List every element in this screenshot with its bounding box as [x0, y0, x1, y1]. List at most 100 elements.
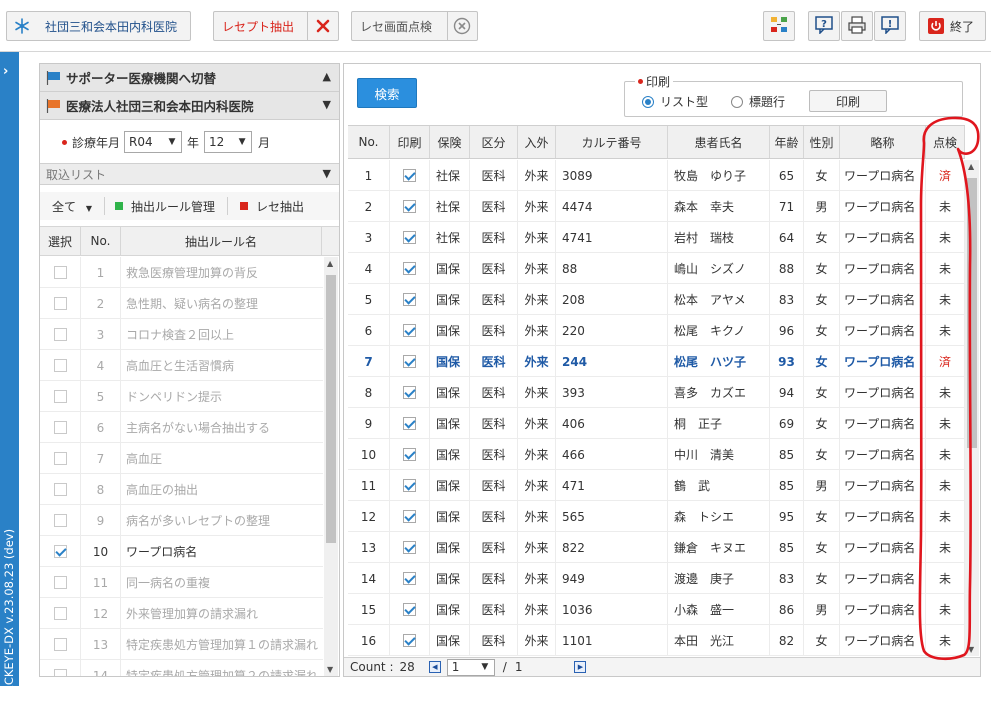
checkbox[interactable]: [54, 421, 67, 434]
supporter-switch-header[interactable]: サポーター医療機関へ切替 ▲: [40, 64, 339, 92]
scroll-up-icon[interactable]: ▲: [327, 259, 333, 268]
org-chart-button[interactable]: [763, 11, 795, 41]
print-checkbox[interactable]: [403, 417, 416, 430]
print-checkbox[interactable]: [403, 293, 416, 306]
institution-header[interactable]: 医療法人社団三和会本田内科医院 ▼: [40, 92, 339, 120]
scroll-thumb[interactable]: [326, 275, 336, 543]
patient-row[interactable]: 3 社保 医科 外来 4741 岩村 瑞枝 64 女ワープロ病名未: [348, 222, 965, 253]
print-checkbox[interactable]: [403, 324, 416, 337]
print-cell[interactable]: [390, 563, 430, 594]
rule-select-cell[interactable]: [40, 629, 81, 660]
checkbox[interactable]: [54, 514, 67, 527]
checkbox[interactable]: [54, 390, 67, 403]
scroll-down-icon[interactable]: ▼: [327, 665, 333, 674]
rule-row[interactable]: 7 高血圧: [40, 443, 323, 474]
patient-row[interactable]: 4 国保 医科 外来 88 嶋山 シズノ 88 女ワープロ病名未: [348, 253, 965, 284]
print-checkbox[interactable]: [403, 169, 416, 182]
checkbox[interactable]: [54, 669, 67, 676]
print-option-list[interactable]: リスト型: [642, 93, 708, 110]
print-checkbox[interactable]: [403, 262, 416, 275]
patient-row[interactable]: 2 社保 医科 外来 4474 森本 幸夫 71 男ワープロ病名未: [348, 191, 965, 222]
year-select[interactable]: R04 ▼: [124, 131, 183, 153]
rule-select-cell[interactable]: [40, 381, 81, 412]
clinic-button[interactable]: 社団三和会本田内科医院: [6, 11, 191, 41]
print-cell[interactable]: [390, 346, 430, 377]
radio-selected-icon[interactable]: [642, 95, 654, 108]
rece-check-button[interactable]: レセ画面点検: [351, 11, 478, 41]
alert-button[interactable]: !: [874, 11, 906, 41]
rule-list-scrollbar[interactable]: ▲ ▼: [324, 257, 338, 676]
rule-row[interactable]: 2 急性期、疑い病名の整理: [40, 288, 323, 319]
print-checkbox[interactable]: [403, 572, 416, 585]
import-list-header[interactable]: 取込リスト ▼: [40, 163, 339, 185]
print-checkbox[interactable]: [403, 448, 416, 461]
print-checkbox[interactable]: [403, 634, 416, 647]
patient-row[interactable]: 5 国保 医科 外来 208 松本 アヤメ 83 女ワープロ病名未: [348, 284, 965, 315]
search-button[interactable]: 検索: [357, 78, 417, 108]
print-checkbox[interactable]: [403, 541, 416, 554]
checkbox[interactable]: [54, 359, 67, 372]
expand-chevron-icon[interactable]: ›: [3, 64, 8, 79]
print-checkbox[interactable]: [403, 386, 416, 399]
chevron-down-icon[interactable]: ▼: [323, 167, 331, 180]
patient-row[interactable]: 7 国保 医科 外来 244 松尾 ハツ子 93 女ワープロ病名済: [348, 346, 965, 377]
rule-row[interactable]: 6 主病名がない場合抽出する: [40, 412, 323, 443]
print-cell[interactable]: [390, 470, 430, 501]
rule-select-cell[interactable]: [40, 319, 81, 350]
print-checkbox[interactable]: [403, 200, 416, 213]
print-option-title[interactable]: 標題行: [731, 93, 785, 110]
checkbox[interactable]: [54, 483, 67, 496]
rule-row[interactable]: 12 外来管理加算の請求漏れ: [40, 598, 323, 629]
rule-row[interactable]: 1 救急医療管理加算の背反: [40, 257, 323, 288]
chevron-up-icon[interactable]: ▲: [323, 70, 331, 83]
rule-row[interactable]: 5 ドンペリドン提示: [40, 381, 323, 412]
extract-button[interactable]: レセプト抽出: [213, 11, 339, 41]
print-cell[interactable]: [390, 594, 430, 625]
patient-row[interactable]: 8 国保 医科 外来 393 喜多 カズエ 94 女ワープロ病名未: [348, 377, 965, 408]
print-cell[interactable]: [390, 408, 430, 439]
month-select[interactable]: 12 ▼: [204, 131, 253, 153]
checkbox[interactable]: [54, 297, 67, 310]
rule-select-cell[interactable]: [40, 257, 81, 288]
patient-row[interactable]: 12 国保 医科 外来 565 森 トシエ 95 女ワープロ病名未: [348, 501, 965, 532]
print-cell[interactable]: [390, 191, 430, 222]
rule-row[interactable]: 8 高血圧の抽出: [40, 474, 323, 505]
rule-row[interactable]: 14 特定疾患処方管理加算２の請求漏れ: [40, 660, 323, 676]
print-checkbox[interactable]: [403, 479, 416, 492]
print-cell[interactable]: [390, 377, 430, 408]
rule-select-cell[interactable]: [40, 536, 81, 567]
patient-row[interactable]: 9 国保 医科 外来 406 桐 正子 69 女ワープロ病名未: [348, 408, 965, 439]
print-cell[interactable]: [390, 284, 430, 315]
rule-select-cell[interactable]: [40, 350, 81, 381]
patient-row[interactable]: 13 国保 医科 外来 822 鎌倉 キヌエ 85 女ワープロ病名未: [348, 532, 965, 563]
last-page-icon[interactable]: ▶: [574, 661, 587, 673]
rule-row[interactable]: 13 特定疾患処方管理加算１の請求漏れ: [40, 629, 323, 660]
rule-select-cell[interactable]: [40, 505, 81, 536]
checkbox[interactable]: [54, 545, 67, 558]
rule-row[interactable]: 10 ワープロ病名: [40, 536, 323, 567]
help-button[interactable]: ?: [808, 11, 840, 41]
patient-row[interactable]: 11 国保 医科 外来 471 鶴 武 85 男ワープロ病名未: [348, 470, 965, 501]
all-filter-dropdown[interactable]: 全て ▼: [52, 198, 92, 215]
checkbox[interactable]: [54, 328, 67, 341]
checkbox[interactable]: [54, 576, 67, 589]
checkbox[interactable]: [54, 607, 67, 620]
rule-row[interactable]: 3 コロナ検査２回以上: [40, 319, 323, 350]
rule-select-cell[interactable]: [40, 412, 81, 443]
rule-select-cell[interactable]: [40, 474, 81, 505]
print-cell[interactable]: [390, 160, 430, 191]
close-x-icon[interactable]: [308, 12, 338, 40]
first-page-icon[interactable]: ◀: [428, 661, 441, 673]
exit-button[interactable]: 終了: [919, 11, 986, 41]
print-cell[interactable]: [390, 532, 430, 563]
rule-manage-button[interactable]: 抽出ルール管理: [115, 198, 215, 215]
chevron-down-icon[interactable]: ▼: [323, 98, 331, 111]
print-cell[interactable]: [390, 253, 430, 284]
print-cell[interactable]: [390, 222, 430, 253]
print-cell[interactable]: [390, 315, 430, 346]
rule-select-cell[interactable]: [40, 598, 81, 629]
rule-select-cell[interactable]: [40, 288, 81, 319]
print-checkbox[interactable]: [403, 603, 416, 616]
print-button[interactable]: [841, 11, 873, 41]
checkbox[interactable]: [54, 266, 67, 279]
